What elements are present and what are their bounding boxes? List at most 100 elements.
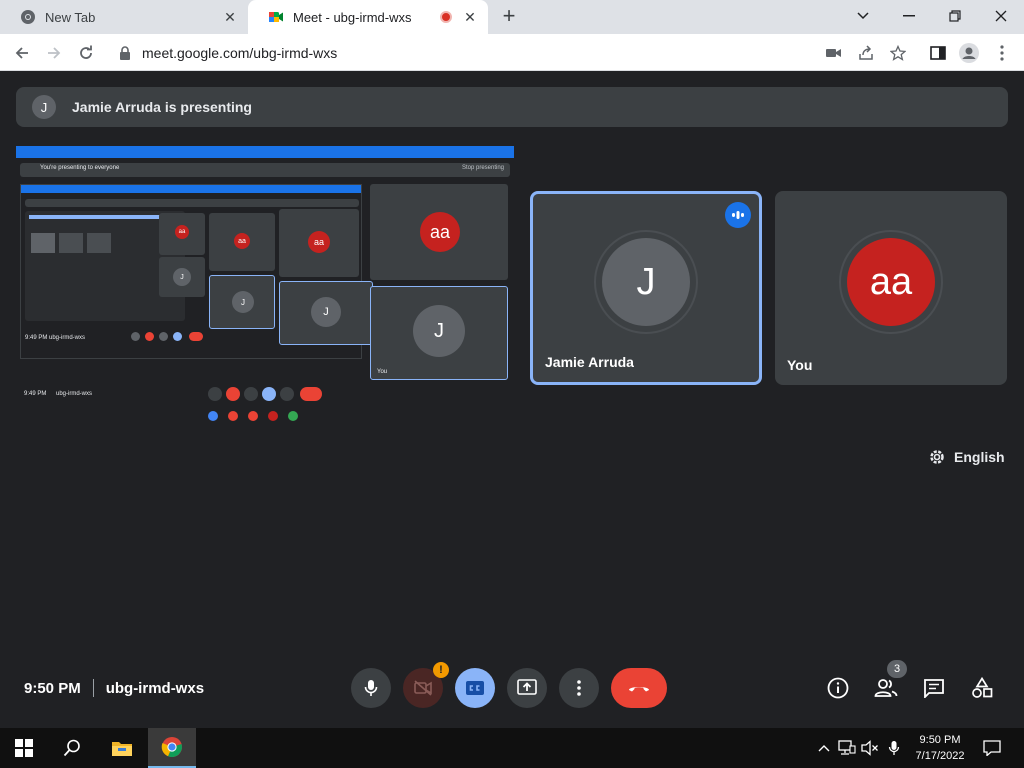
windows-start-icon[interactable] <box>0 728 48 768</box>
inner-time: 9:49 PM <box>24 391 47 397</box>
deep-bar <box>29 215 179 219</box>
browser-tab-strip: New Tab ✕ Meet - ubg-irmd-wxs ✕ + <box>0 0 1024 34</box>
hang-up-icon <box>629 687 649 692</box>
inner-avatar: J <box>311 297 341 327</box>
lock-icon[interactable] <box>118 45 132 60</box>
deep-tile <box>31 233 55 253</box>
inner-avatar: J <box>173 268 191 286</box>
tab-meet[interactable]: Meet - ubg-irmd-wxs ✕ <box>248 0 488 34</box>
inner-tile: aa <box>279 209 359 277</box>
presenting-text: Jamie Arruda is presenting <box>72 99 252 115</box>
activities-icon[interactable] <box>969 675 995 701</box>
participant-tile-you[interactable]: aa You <box>775 191 1007 385</box>
microphone-in-use-icon[interactable] <box>885 740 903 756</box>
more-vert-icon <box>577 680 581 696</box>
side-panel-icon[interactable] <box>928 43 948 63</box>
microphone-icon <box>364 680 378 696</box>
tab-search-icon[interactable] <box>840 4 886 28</box>
show-hidden-icons-icon[interactable] <box>815 740 833 756</box>
inner-avatar: J <box>232 291 254 313</box>
shared-you-label: You <box>377 369 388 375</box>
language-button[interactable]: English <box>928 447 1005 467</box>
captions-button[interactable] <box>455 668 495 708</box>
deep-tile <box>59 233 83 253</box>
minimize-button[interactable] <box>886 4 932 28</box>
close-window-button[interactable] <box>978 4 1024 28</box>
inner-gmail-icon <box>228 411 238 421</box>
participant-avatar: J <box>602 238 690 326</box>
participant-tile-jamie[interactable]: J Jamie Arruda <box>530 191 762 385</box>
meet-icon <box>268 9 284 25</box>
inner-more-icon <box>280 387 294 401</box>
screen-root: New Tab ✕ Meet - ubg-irmd-wxs ✕ + meet.g… <box>0 0 1024 768</box>
camera-button[interactable]: ! <box>403 662 449 708</box>
notifications-icon[interactable] <box>983 740 1001 756</box>
inner-avatar: aa <box>308 231 330 253</box>
inner-tile: aa <box>209 213 275 271</box>
captions-icon <box>466 681 484 695</box>
clock-date: 7/17/2022 <box>915 750 965 762</box>
leave-call-button[interactable] <box>611 668 667 708</box>
deep-cc-icon <box>159 332 168 341</box>
inner-code: ubg-irmd-wxs <box>56 391 93 397</box>
forward-arrow-icon[interactable] <box>41 40 67 66</box>
microphone-button[interactable] <box>351 668 391 708</box>
camera-in-use-icon[interactable] <box>824 43 844 63</box>
browser-toolbar: meet.google.com/ubg-irmd-wxs <box>0 34 1024 71</box>
new-tab-button[interactable]: + <box>498 5 520 28</box>
url-text: meet.google.com/ubg-irmd-wxs <box>142 44 338 61</box>
people-count-badge: 3 <box>887 660 907 678</box>
deep-present-icon <box>173 332 182 341</box>
file-explorer-icon[interactable] <box>98 728 146 768</box>
shared-tile: J You <box>370 286 508 380</box>
restore-button[interactable] <box>932 4 978 28</box>
chat-icon[interactable] <box>921 675 947 701</box>
participant-name: Jamie Arruda <box>545 354 634 370</box>
reload-icon[interactable] <box>73 40 99 66</box>
bookmark-star-icon[interactable] <box>888 43 908 63</box>
share-icon[interactable] <box>856 43 876 63</box>
deep-tile <box>87 233 111 253</box>
close-tab-icon[interactable]: ✕ <box>462 9 478 25</box>
shared-screen[interactable]: You're presenting to everyone Stop prese… <box>16 146 514 426</box>
address-bar[interactable]: meet.google.com/ubg-irmd-wxs <box>108 38 820 67</box>
shared-stop-presenting: Stop presenting <box>461 165 504 171</box>
inner-avatar: aa <box>175 225 189 239</box>
inner-cam-icon <box>226 387 240 401</box>
close-tab-icon[interactable]: ✕ <box>222 9 238 25</box>
presenter-avatar: J <box>32 95 56 119</box>
inner-cc-icon <box>244 387 258 401</box>
speaking-indicator-icon <box>725 202 751 228</box>
meeting-info-icon[interactable] <box>825 675 851 701</box>
presenting-banner: J Jamie Arruda is presenting <box>16 87 1008 127</box>
deep-cam-icon <box>145 332 154 341</box>
inner-present-icon <box>262 387 276 401</box>
network-icon[interactable] <box>838 740 856 756</box>
deep-leave-icon <box>189 332 203 341</box>
back-arrow-icon[interactable] <box>9 40 35 66</box>
inner-youtube-icon <box>248 411 258 421</box>
taskbar-clock[interactable]: 9:50 PM 7/17/2022 <box>905 732 975 764</box>
inner-app-icon <box>288 411 298 421</box>
profile-avatar-icon[interactable] <box>959 43 979 63</box>
participant-avatar: aa <box>847 238 935 326</box>
divider <box>92 679 94 697</box>
inner-tile: J <box>279 281 373 345</box>
meeting-code: ubg-irmd-wxs <box>105 679 205 697</box>
more-options-button[interactable] <box>559 668 599 708</box>
meet-page: J Jamie Arruda is presenting You're pres… <box>0 71 1024 728</box>
menu-dots-icon[interactable] <box>992 43 1012 63</box>
present-now-button[interactable] <box>507 668 547 708</box>
tab-new-tab[interactable]: New Tab ✕ <box>0 0 248 34</box>
clock-time: 9:50 PM <box>919 734 961 746</box>
windows-taskbar: 9:50 PM 7/17/2022 <box>0 728 1024 768</box>
deep-time: 9:49 PM <box>25 335 48 341</box>
deep-code: ubg-irmd-wxs <box>49 335 86 341</box>
search-icon[interactable] <box>48 728 96 768</box>
inner-tile: aa <box>159 213 205 255</box>
taskbar-chrome-icon[interactable] <box>148 728 196 768</box>
meeting-details: 9:50 PM ubg-irmd-wxs <box>24 677 204 699</box>
people-icon[interactable] <box>873 675 899 701</box>
inner-banner <box>25 199 359 207</box>
volume-muted-icon[interactable] <box>861 740 879 756</box>
